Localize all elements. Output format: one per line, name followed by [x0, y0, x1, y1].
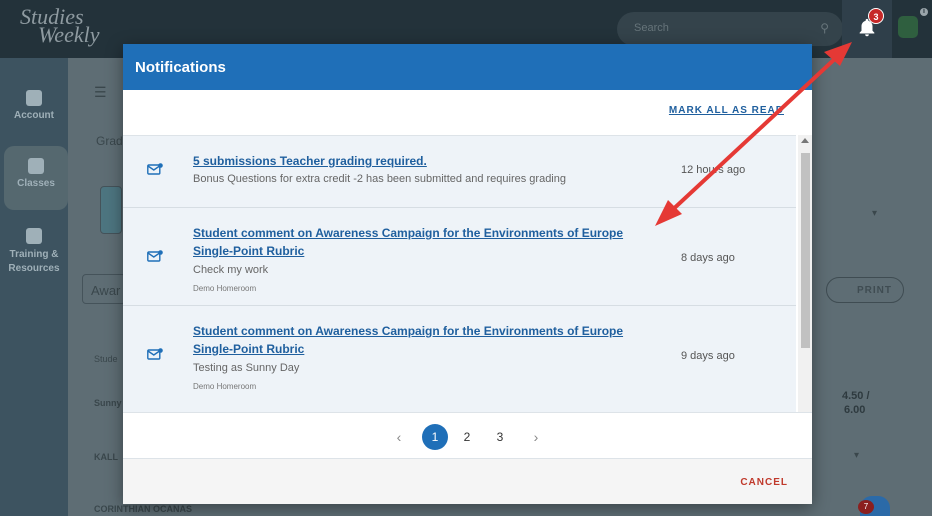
- breadcrumb: Grad: [96, 134, 123, 148]
- sidebar-item-training[interactable]: Training & Resources: [0, 228, 68, 276]
- class-thumbnail: [100, 186, 122, 234]
- notification-title-line2: Single-Point Rubric: [193, 244, 305, 258]
- book-icon: [28, 158, 44, 174]
- scrollbar-thumb[interactable]: [801, 153, 810, 348]
- cancel-button[interactable]: CANCEL: [740, 477, 788, 488]
- print-button[interactable]: PRINT: [826, 277, 904, 303]
- student-name[interactable]: Sunny: [94, 398, 122, 408]
- notification-class: Demo Homeroom: [193, 382, 257, 391]
- sidebar-item-label: Training & Resources: [8, 249, 60, 274]
- notification-description: Testing as Sunny Day: [193, 362, 300, 374]
- student-column-header: Stude: [94, 354, 118, 364]
- notification-item[interactable]: Student comment on Awareness Campaign fo…: [123, 208, 796, 306]
- student-name[interactable]: KALL: [94, 452, 118, 462]
- dialog-footer: CANCEL: [123, 458, 812, 504]
- dialog-header: Notifications: [123, 44, 812, 90]
- sidebar-item-account[interactable]: Account: [0, 90, 68, 121]
- info-icon[interactable]: i: [920, 8, 928, 16]
- notification-title-line1: Student comment on Awareness Campaign fo…: [193, 226, 624, 240]
- sidebar-item-label: Classes: [17, 178, 55, 189]
- notification-title-link[interactable]: Student comment on Awareness Campaign fo…: [193, 224, 663, 260]
- search-placeholder: Search: [634, 22, 669, 34]
- sidebar-item-label: Account: [14, 110, 54, 121]
- page-1-button[interactable]: 1: [422, 424, 448, 450]
- notification-count-badge: 3: [868, 8, 884, 24]
- notification-time: 12 hours ago: [681, 164, 746, 176]
- unread-mail-icon: [147, 348, 163, 360]
- score-max: 6.00: [844, 404, 866, 416]
- notification-time: 8 days ago: [681, 252, 735, 264]
- notification-title-link[interactable]: Student comment on Awareness Campaign fo…: [193, 322, 663, 358]
- menu-icon[interactable]: ☰: [94, 84, 107, 101]
- search-input[interactable]: Search ⚲: [617, 12, 843, 46]
- notification-title-link[interactable]: 5 submissions Teacher grading required.: [193, 152, 663, 170]
- dialog-title: Notifications: [135, 59, 226, 76]
- notification-description: Check my work: [193, 264, 269, 276]
- notifications-dialog: Notifications MARK ALL AS READ 5 submiss…: [123, 44, 812, 504]
- dialog-body: MARK ALL AS READ 5 submissions Teacher g…: [123, 90, 812, 412]
- profile-icon[interactable]: [898, 16, 918, 38]
- chevron-down-icon[interactable]: ▾: [872, 208, 877, 219]
- home-icon: [26, 90, 42, 106]
- notification-class: Demo Homeroom: [193, 284, 257, 293]
- mark-all-as-read-link[interactable]: MARK ALL AS READ: [669, 105, 784, 116]
- page-3-button[interactable]: 3: [487, 424, 513, 450]
- print-label: PRINT: [857, 285, 892, 296]
- next-page-button[interactable]: ›: [523, 424, 549, 450]
- assignment-select[interactable]: Awar: [82, 274, 126, 304]
- student-name[interactable]: CORINTHIAN OCANAS: [94, 504, 192, 514]
- notifications-button[interactable]: 3: [842, 0, 892, 58]
- notification-list-scrollbar[interactable]: [798, 135, 812, 412]
- help-badge: 7: [858, 500, 874, 514]
- sidebar-item-classes[interactable]: Classes: [4, 146, 68, 210]
- notification-title-line1: Student comment on Awareness Campaign fo…: [193, 324, 624, 338]
- score-value: 4.50 /: [842, 390, 870, 402]
- unread-mail-icon: [147, 163, 163, 175]
- notification-item[interactable]: Student comment on Awareness Campaign fo…: [123, 306, 796, 412]
- library-icon: [26, 228, 42, 244]
- notification-list: 5 submissions Teacher grading required. …: [123, 135, 796, 412]
- unread-mail-icon: [147, 250, 163, 262]
- search-icon: ⚲: [820, 21, 829, 35]
- prev-page-button[interactable]: ‹: [386, 424, 412, 450]
- sidebar: Account Classes Training & Resources: [0, 58, 68, 516]
- notification-title-line2: Single-Point Rubric: [193, 342, 305, 356]
- notification-item[interactable]: 5 submissions Teacher grading required. …: [123, 136, 796, 208]
- assignment-select-value: Awar: [91, 283, 121, 298]
- pagination: ‹ 1 2 3 ›: [123, 412, 812, 458]
- scroll-up-arrow-icon[interactable]: [801, 138, 809, 143]
- notification-time: 9 days ago: [681, 350, 735, 362]
- studies-weekly-logo[interactable]: Studies Weekly: [20, 6, 99, 46]
- notification-description: Bonus Questions for extra credit -2 has …: [193, 173, 566, 185]
- chevron-down-icon[interactable]: ▾: [854, 450, 859, 461]
- page-2-button[interactable]: 2: [454, 424, 480, 450]
